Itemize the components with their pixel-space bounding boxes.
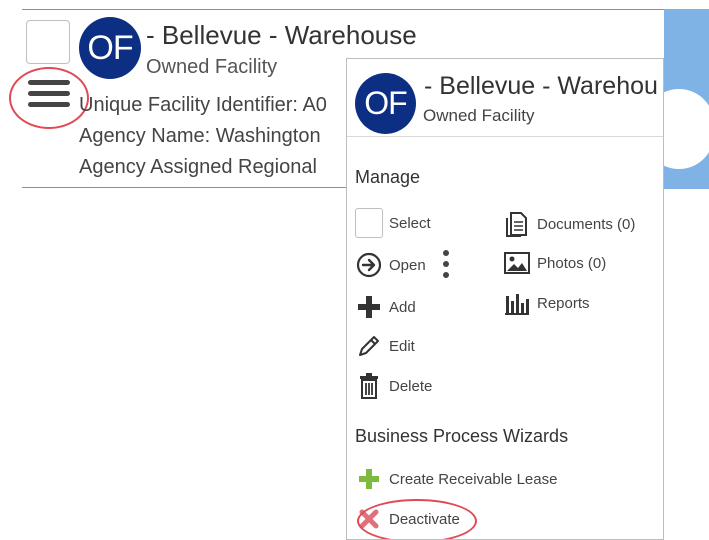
- menu-item-reports[interactable]: Reports: [503, 289, 590, 317]
- menu-item-open[interactable]: Open: [355, 251, 426, 279]
- wizards-heading: Business Process Wizards: [355, 426, 569, 446]
- record-avatar: OF: [79, 17, 141, 79]
- trash-icon: [355, 372, 383, 400]
- menu-item-documents[interactable]: Documents (0): [503, 210, 635, 238]
- annotation-circle-hamburger: [9, 67, 89, 129]
- menu-title: - Bellevue - Warehou: [424, 72, 658, 100]
- menu-item-add[interactable]: Add: [355, 293, 416, 321]
- menu-item-photos[interactable]: Photos (0): [503, 249, 606, 277]
- record-detail-region: Agency Assigned Regional: [79, 156, 317, 178]
- menu-item-label: Select: [389, 214, 431, 232]
- menu-item-delete[interactable]: Delete: [355, 372, 432, 400]
- green-plus-icon: [355, 465, 383, 493]
- menu-item-label: Reports: [537, 294, 590, 312]
- menu-item-select[interactable]: Select: [355, 208, 431, 238]
- documents-icon: [503, 210, 531, 238]
- menu-item-label: Open: [389, 256, 426, 274]
- more-options-icon[interactable]: [443, 250, 449, 280]
- annotation-circle-deactivate: [357, 499, 477, 539]
- arrow-circle-right-icon: [355, 251, 383, 279]
- checkbox-icon: [355, 208, 383, 238]
- card-top-border: [22, 9, 694, 10]
- menu-subtitle: Owned Facility: [423, 106, 535, 125]
- manage-heading: Manage: [355, 167, 421, 187]
- menu-item-create-receivable-lease[interactable]: Create Receivable Lease: [355, 465, 557, 493]
- menu-item-label: Add: [389, 298, 416, 316]
- record-select-checkbox[interactable]: [26, 20, 70, 64]
- bar-chart-icon: [503, 289, 531, 317]
- photo-icon: [503, 249, 531, 277]
- pencil-icon: [355, 332, 383, 360]
- menu-avatar: OF: [355, 73, 416, 134]
- record-detail-facility-id: Unique Facility Identifier: A0: [79, 94, 327, 116]
- menu-item-label: Edit: [389, 337, 415, 355]
- plus-icon: [355, 293, 383, 321]
- menu-item-edit[interactable]: Edit: [355, 332, 415, 360]
- record-detail-agency-name: Agency Name: Washington: [79, 125, 321, 147]
- menu-item-label: Create Receivable Lease: [389, 470, 558, 488]
- menu-item-label: Photos (0): [537, 254, 607, 272]
- menu-item-label: Delete: [389, 377, 433, 395]
- side-panel: [644, 9, 709, 189]
- menu-divider: [347, 136, 663, 137]
- menu-item-label: Documents (0): [537, 215, 636, 233]
- record-title[interactable]: - Bellevue - Warehouse: [146, 20, 417, 51]
- record-subtitle: Owned Facility: [146, 56, 278, 78]
- record-context-menu: OF - Bellevue - Warehou Owned Facility M…: [346, 58, 664, 540]
